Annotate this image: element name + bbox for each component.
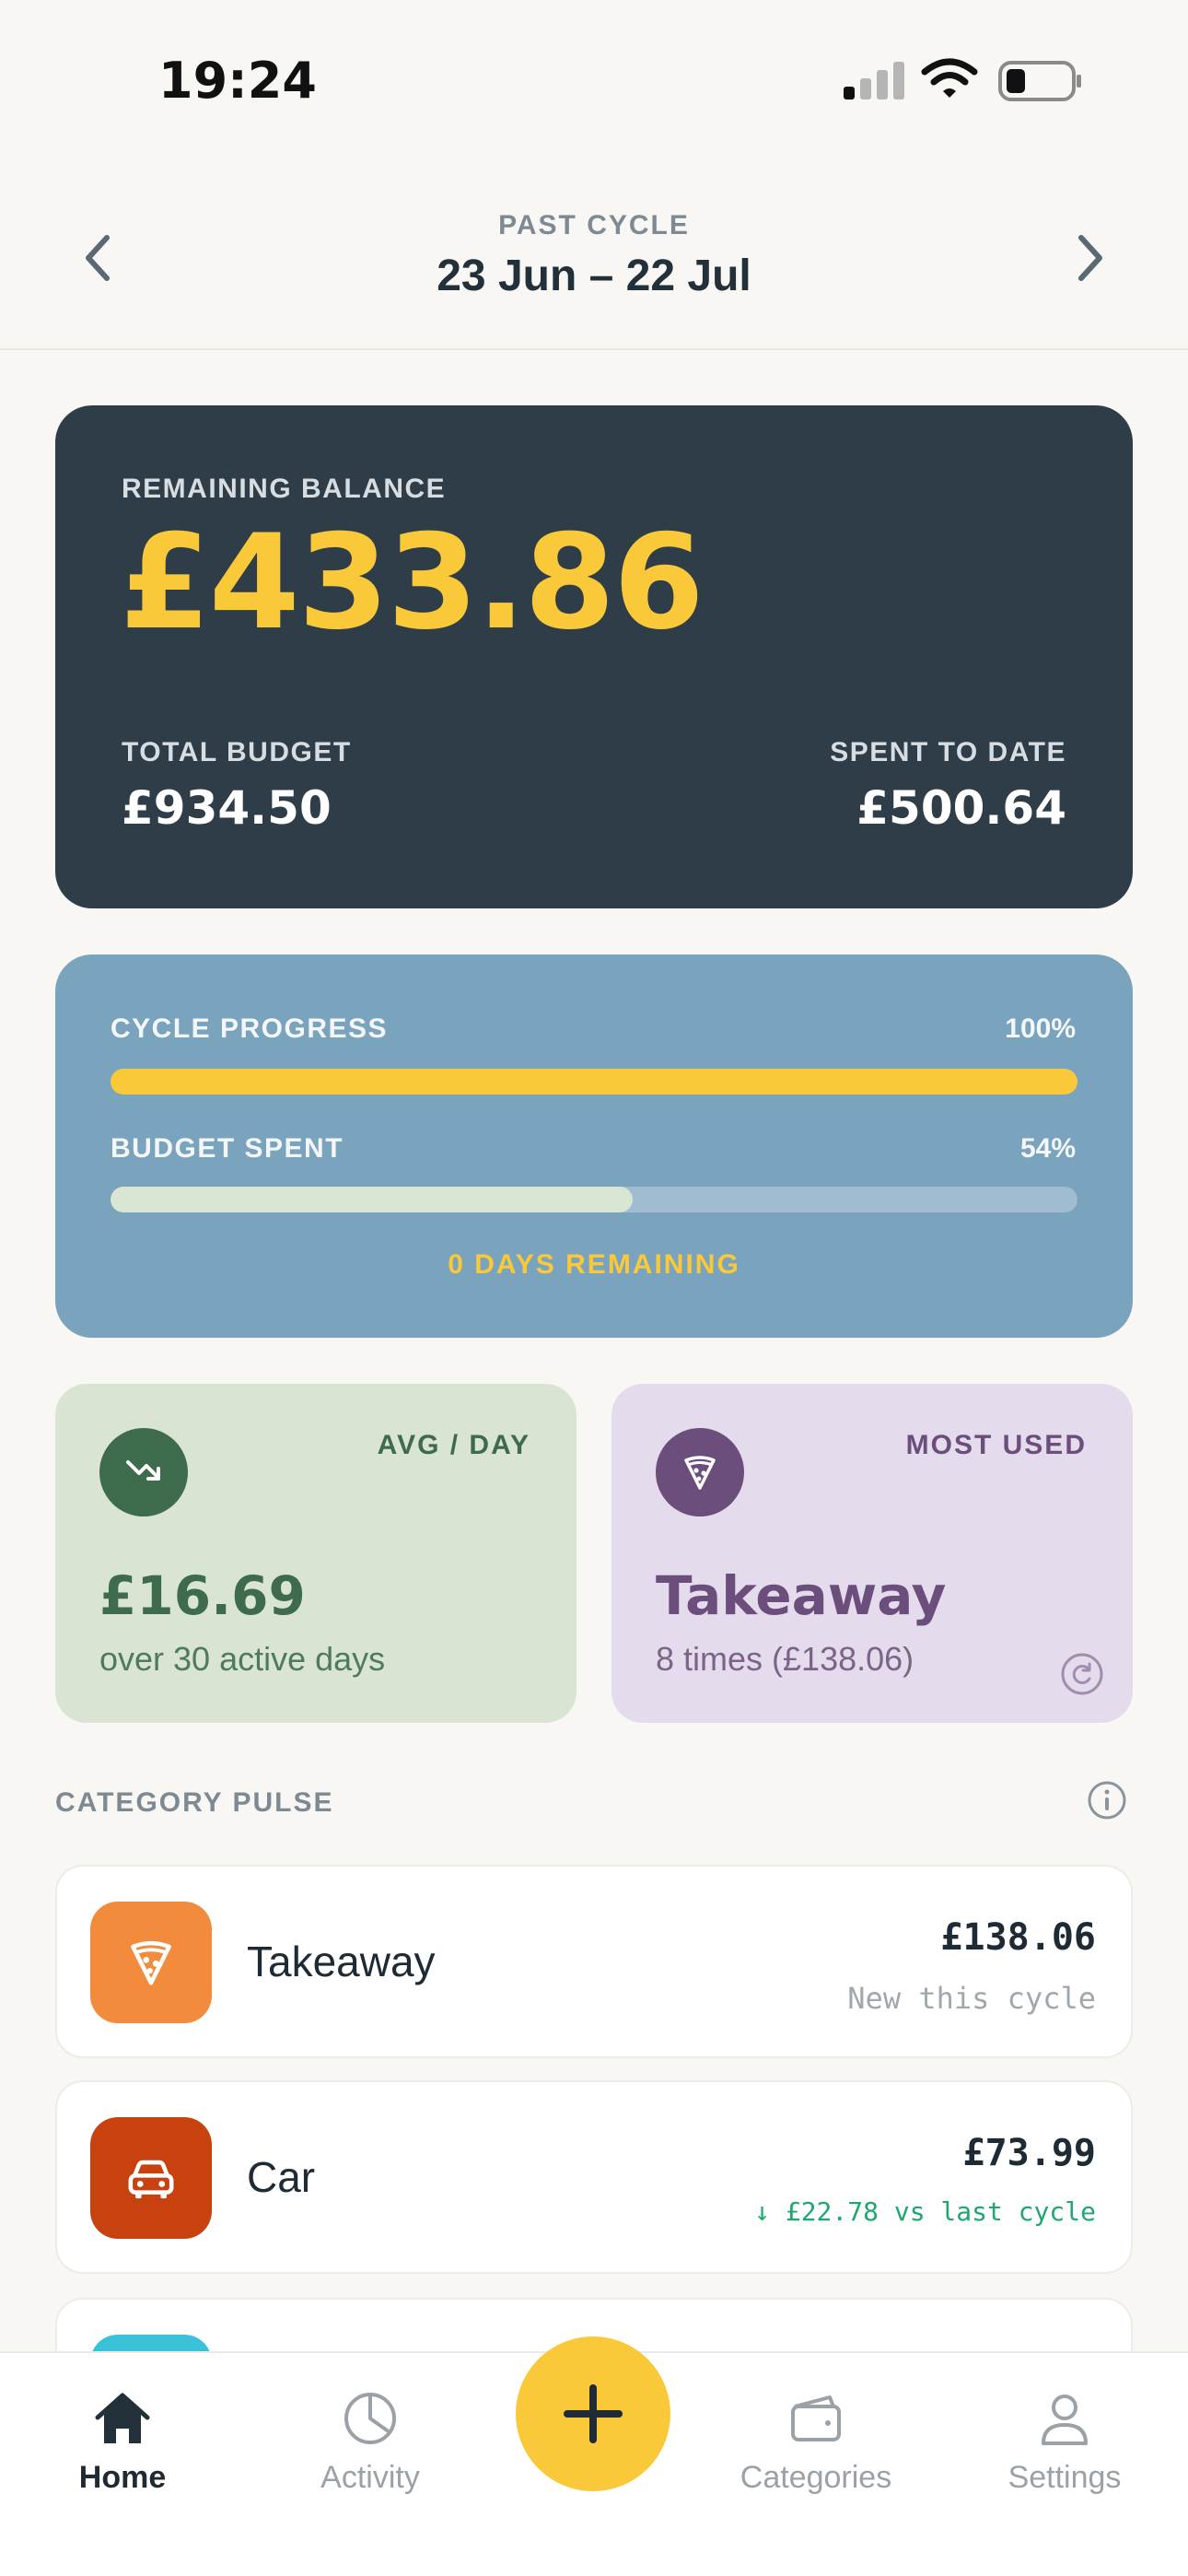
tab-activity-label: Activity bbox=[320, 2460, 420, 2495]
avg-per-day-value: £16.69 bbox=[99, 1564, 306, 1627]
chevron-right-icon bbox=[1078, 235, 1102, 281]
status-time: 19:24 bbox=[158, 52, 317, 110]
tab-home-label: Home bbox=[78, 2460, 167, 2495]
total-budget-label: TOTAL BUDGET bbox=[122, 737, 352, 767]
budget-spent-percent: 54% bbox=[1019, 1133, 1076, 1164]
trending-down-icon bbox=[99, 1428, 188, 1516]
category-amount: £73.99 bbox=[962, 2132, 1097, 2174]
category-note: ↓ £22.78 vs last cycle bbox=[754, 2196, 1096, 2227]
tab-categories-label: Categories bbox=[740, 2460, 892, 2495]
most-used-value: Takeaway bbox=[656, 1564, 947, 1627]
battery-icon bbox=[998, 61, 1081, 101]
signal-icon bbox=[844, 62, 904, 100]
tab-settings[interactable]: Settings bbox=[973, 2386, 1157, 2515]
cycle-progress-fill bbox=[111, 1069, 1077, 1095]
refresh-icon[interactable] bbox=[1059, 1651, 1105, 1697]
pie-chart-icon bbox=[344, 2393, 396, 2444]
spent-to-date-label: SPENT TO DATE bbox=[830, 737, 1066, 767]
most-used-card[interactable]: MOST USED Takeaway 8 times (£138.06) bbox=[611, 1384, 1133, 1723]
plus-icon bbox=[564, 2384, 623, 2443]
cycle-progress-percent: 100% bbox=[1005, 1013, 1076, 1044]
info-icon[interactable] bbox=[1087, 1780, 1127, 1821]
cycle-label: PAST CYCLE bbox=[498, 210, 690, 240]
most-used-subtitle: 8 times (£138.06) bbox=[656, 1640, 914, 1678]
spent-to-date-value: £500.64 bbox=[856, 781, 1066, 835]
car-icon bbox=[90, 2117, 212, 2239]
category-name: Car bbox=[247, 2153, 316, 2201]
avg-per-day-label: AVG / DAY bbox=[377, 1430, 530, 1460]
tab-activity[interactable]: Activity bbox=[278, 2386, 462, 2515]
most-used-label: MOST USED bbox=[905, 1430, 1087, 1460]
progress-card: CYCLE PROGRESS 100% BUDGET SPENT 54% 0 D… bbox=[55, 954, 1133, 1338]
budget-spent-label: BUDGET SPENT bbox=[111, 1133, 344, 1164]
tab-home[interactable]: Home bbox=[30, 2386, 215, 2515]
tab-categories[interactable]: Categories bbox=[724, 2386, 908, 2515]
category-note: New this cycle bbox=[847, 1981, 1096, 2016]
remaining-balance-value: £433.86 bbox=[120, 507, 705, 659]
cycle-date-range: 23 Jun – 22 Jul bbox=[437, 252, 751, 300]
add-transaction-button[interactable] bbox=[516, 2336, 670, 2491]
user-icon bbox=[1042, 2395, 1088, 2445]
category-name: Takeaway bbox=[247, 1938, 436, 1985]
cycle-progress-label: CYCLE PROGRESS bbox=[111, 1013, 389, 1044]
category-amount: £138.06 bbox=[940, 1916, 1096, 1959]
category-row-car[interactable]: Car £73.99 ↓ £22.78 vs last cycle bbox=[55, 2080, 1133, 2274]
status-bar: 19:24 bbox=[0, 0, 1188, 157]
budget-spent-fill bbox=[111, 1187, 633, 1212]
avg-per-day-card: AVG / DAY £16.69 over 30 active days bbox=[55, 1384, 577, 1723]
tab-settings-label: Settings bbox=[1007, 2460, 1122, 2495]
home-icon bbox=[95, 2393, 150, 2443]
budget-spent-bar bbox=[111, 1187, 1077, 1212]
category-row-takeaway[interactable]: Takeaway £138.06 New this cycle bbox=[55, 1865, 1133, 2058]
total-budget-value: £934.50 bbox=[122, 781, 332, 835]
balance-card: REMAINING BALANCE £433.86 TOTAL BUDGET £… bbox=[55, 405, 1133, 908]
pizza-icon bbox=[656, 1428, 744, 1516]
wifi-icon bbox=[921, 58, 978, 98]
days-remaining: 0 DAYS REMAINING bbox=[448, 1249, 740, 1280]
remaining-balance-label: REMAINING BALANCE bbox=[122, 474, 447, 504]
wallet-icon bbox=[791, 2395, 841, 2441]
category-pulse-title: CATEGORY PULSE bbox=[55, 1787, 334, 1818]
cycle-progress-bar bbox=[111, 1069, 1077, 1095]
next-cycle-button[interactable] bbox=[1063, 230, 1118, 286]
avg-per-day-subtitle: over 30 active days bbox=[99, 1640, 386, 1678]
cycle-header: PAST CYCLE 23 Jun – 22 Jul bbox=[0, 184, 1188, 350]
pizza-icon bbox=[90, 1902, 212, 2023]
